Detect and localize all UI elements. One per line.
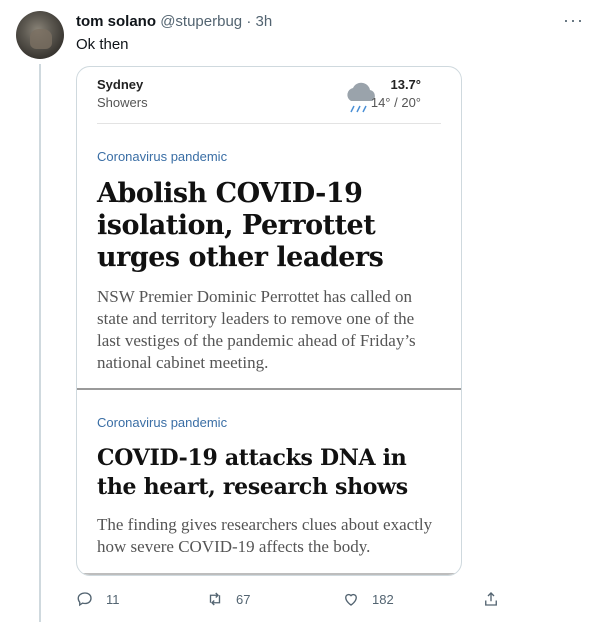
tweet-actions: 11 67 182: [76, 590, 516, 614]
weather-bar: Sydney Showers 13.7° 14° / 20°: [97, 77, 441, 124]
reply-button[interactable]: 11: [76, 590, 120, 608]
more-options-icon[interactable]: ···: [563, 10, 584, 31]
user-handle[interactable]: @stuperbug: [160, 13, 242, 30]
article-summary: The finding gives researchers clues abou…: [97, 515, 433, 556]
article-item: Coronavirus pandemic Abolish COVID-19 is…: [97, 149, 441, 374]
article-item: Coronavirus pandemic COVID-19 attacks DN…: [97, 415, 441, 558]
timestamp[interactable]: 3h: [255, 13, 272, 30]
retweet-icon: [209, 592, 221, 606]
share-button[interactable]: [482, 590, 500, 608]
retweet-count: 67: [236, 591, 251, 607]
user-name[interactable]: tom solano: [76, 13, 156, 30]
retweet-button[interactable]: 67: [206, 590, 250, 608]
reply-icon: [77, 592, 92, 607]
share-icon: [485, 592, 497, 606]
article-summary: NSW Premier Dominic Perrottet has called…: [97, 287, 416, 372]
weather-city: Sydney: [97, 77, 144, 92]
article-tag: Coronavirus pandemic: [97, 149, 228, 164]
article-headline: Abolish COVID-19 isolation, Perrottet ur…: [97, 178, 384, 273]
weather-condition: Showers: [97, 95, 148, 110]
like-button[interactable]: 182: [342, 590, 394, 608]
thread-line: [39, 64, 41, 622]
heart-icon: [345, 593, 357, 606]
like-count: 182: [372, 591, 394, 607]
separator-dot: ·: [246, 13, 252, 30]
avatar[interactable]: [16, 11, 64, 59]
reply-count: 11: [106, 591, 120, 607]
weather-range: 14° / 20°: [370, 95, 421, 110]
card-bottom-rule: [77, 573, 461, 575]
article-headline: COVID-19 attacks DNA in the heart, resea…: [97, 445, 408, 500]
tweet-header: tom solano @stuperbug · 3h: [76, 11, 582, 33]
article-divider: [77, 388, 461, 390]
tweet-text: Ok then: [76, 36, 129, 53]
weather-temp: 13.7°: [390, 77, 421, 92]
attached-image[interactable]: Sydney Showers 13.7° 14° / 20° Coronavir…: [76, 66, 462, 576]
article-tag: Coronavirus pandemic: [97, 415, 228, 430]
